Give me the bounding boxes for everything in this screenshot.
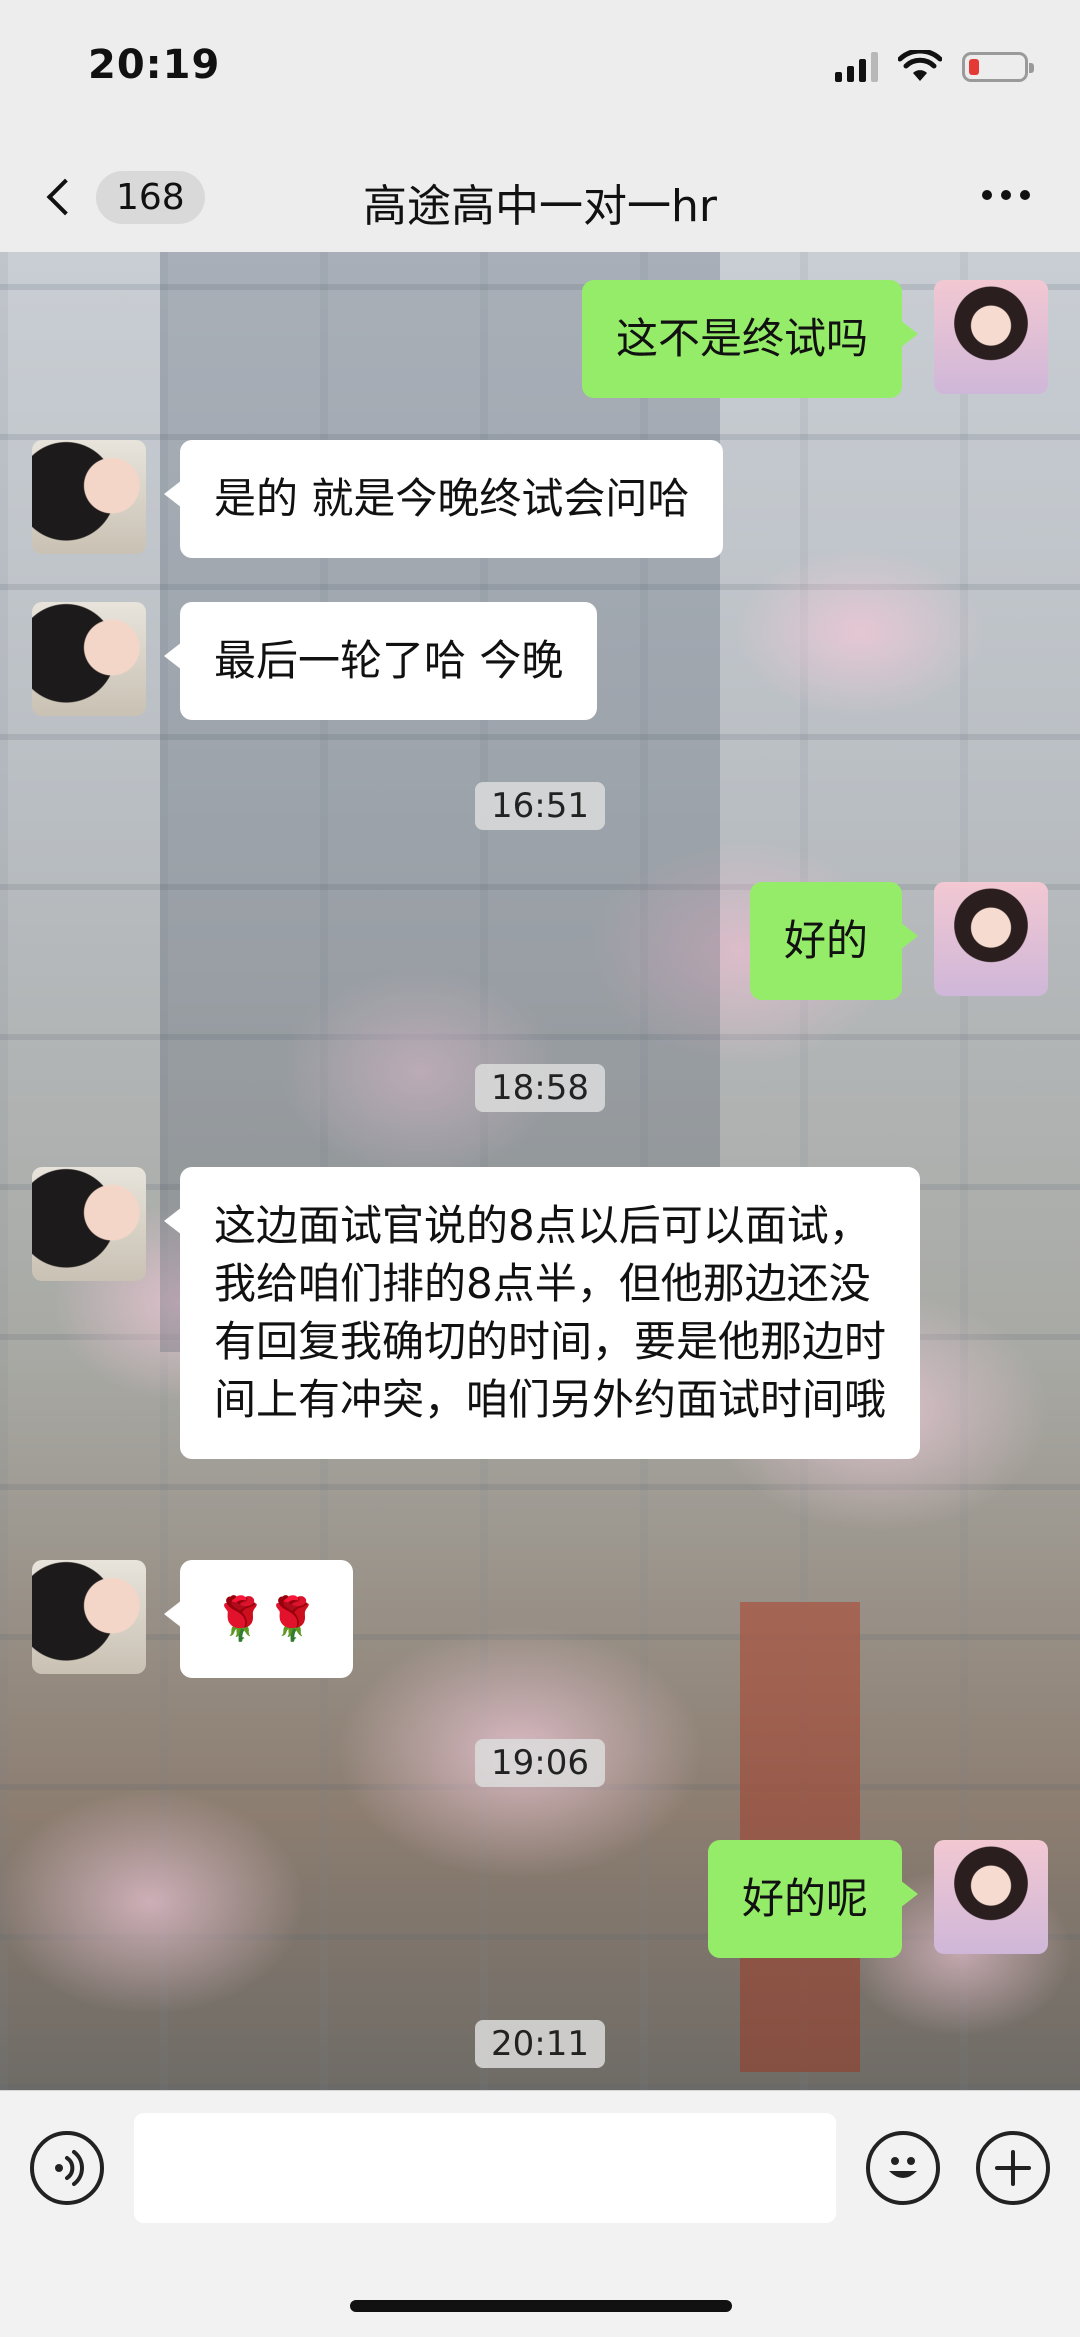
incoming-message[interactable]: 这边面试官说的8点以后可以面试，我给咱们排的8点半，但他那边还没有回复我确切的时… (164, 1167, 920, 1459)
outgoing-message[interactable]: 这不是终试吗 (581, 280, 919, 398)
status-bar: 20:19 (0, 0, 1080, 140)
emoji-icon (889, 2157, 917, 2178)
plus-button[interactable] (976, 2131, 1050, 2205)
background-brick (740, 1602, 860, 2072)
chat-header: 168 高途高中一对一hr (0, 140, 1080, 252)
more-button[interactable] (982, 190, 1030, 200)
plus-icon (995, 2150, 1031, 2186)
my-avatar[interactable] (934, 1840, 1048, 1954)
message-timestamp: 16:51 (475, 782, 605, 830)
chat-area[interactable]: 这不是终试吗 是的 就是今晚终试会问哈 最后一轮了哈 今晚 16:51 好的 1… (0, 252, 1080, 2090)
battery-icon (962, 52, 1034, 82)
my-avatar[interactable] (934, 882, 1048, 996)
contact-avatar[interactable] (32, 1560, 146, 1674)
my-avatar[interactable] (934, 280, 1048, 394)
contact-avatar[interactable] (32, 440, 146, 554)
voice-icon (55, 2150, 84, 2186)
home-indicator (350, 2300, 732, 2312)
wifi-icon (898, 50, 942, 81)
contact-avatar[interactable] (32, 1167, 146, 1281)
incoming-message[interactable]: 是的 就是今晚终试会问哈 (163, 440, 724, 558)
message-timestamp: 19:06 (475, 1739, 605, 1787)
cellular-signal-icon (835, 52, 878, 82)
message-input[interactable] (134, 2113, 836, 2223)
more-dots-icon (982, 190, 992, 200)
status-icons (835, 50, 1034, 84)
outgoing-message[interactable]: 好的呢 (707, 1840, 919, 1958)
emoji-button[interactable] (866, 2131, 940, 2205)
message-timestamp: 20:11 (475, 2020, 605, 2068)
incoming-message[interactable]: 🌹🌹 (164, 1560, 353, 1678)
chat-title: 高途高中一对一hr (363, 181, 717, 232)
incoming-message[interactable]: 最后一轮了哈 今晚 (163, 602, 598, 720)
outgoing-message[interactable]: 好的 (749, 882, 919, 1000)
message-timestamp: 18:58 (475, 1064, 605, 1112)
status-time: 20:19 (88, 42, 221, 88)
voice-button[interactable] (30, 2131, 104, 2205)
contact-avatar[interactable] (32, 602, 146, 716)
